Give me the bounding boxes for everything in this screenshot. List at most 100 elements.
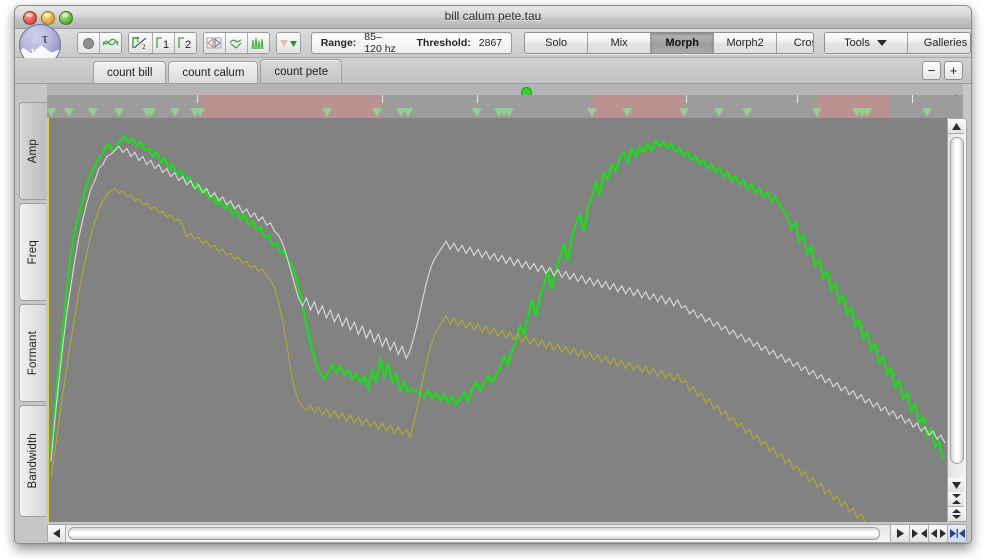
zoom-out-button[interactable]: − [922,61,941,80]
ruler-marker[interactable] [146,108,156,117]
range-threshold-readout: Range: 85–120 hz Threshold: 2867 [310,31,513,55]
sidetab-amp[interactable]: Amp [19,102,46,200]
mode-mix-button[interactable]: Mix [588,33,652,53]
ruler-marker[interactable] [64,108,74,117]
sidetab-bandwidth-label: Bandwidth [27,433,39,489]
ruler-marker[interactable] [679,108,689,117]
ruler-marker[interactable] [587,108,597,117]
range-value: 85–120 hz [364,31,396,55]
scroll-down-icon[interactable] [948,478,964,493]
ruler-marker[interactable] [47,108,56,117]
scroll-right-icon[interactable] [890,525,909,542]
sidetab-freq-label: Freq [27,239,39,265]
ruler-marker[interactable] [403,108,413,117]
ruler-marker[interactable] [812,108,822,117]
sidetab-bandwidth[interactable]: Bandwidth [19,405,46,517]
parameter-sidetabs: Amp Freq Formant Bandwidth [19,102,46,520]
chevron-down-icon [876,40,887,46]
horizontal-scroll-thumb[interactable] [68,527,880,540]
timeline-ruler-area [47,84,963,118]
tools-menu-button[interactable]: Tools [824,33,908,53]
vertical-scrollbar[interactable] [947,118,967,522]
ruler-bracket [797,95,913,103]
horizontal-scroll-track[interactable] [66,525,890,542]
ruler-marker[interactable] [322,108,332,117]
window-titlebar[interactable]: bill calum pete.tau [15,6,971,29]
crossfade-icon[interactable] [203,33,226,53]
ruler-marker[interactable] [170,108,180,117]
sidetab-amp-label: Amp [27,138,39,164]
ruler-marker[interactable] [472,108,482,117]
blue-triangle-icon[interactable] [949,95,957,96]
record-icon[interactable] [78,33,100,53]
galleries-button[interactable]: Galleries [907,33,971,53]
color-dropdown-icon[interactable] [276,33,300,53]
tab-zoom-controls: − + [922,61,963,80]
playback-icon-group: 1 2 1 2 [128,32,197,54]
tab-count-calum[interactable]: count calum [168,61,259,83]
zoom-out-icon[interactable] [928,525,947,542]
tab-count-pete[interactable]: count pete [260,59,343,83]
mode-morph-button[interactable]: Morph [651,33,715,53]
horizontal-scrollbar[interactable] [47,524,967,543]
color-dropdown-group [275,32,301,54]
tools-label: Tools [844,37,870,49]
ruler-marker[interactable] [622,108,632,117]
analysis-icon-group [202,32,270,54]
ruler-marker[interactable] [88,108,98,117]
svg-text:2: 2 [142,43,146,51]
ruler-bracket [477,95,687,103]
ruler-marker[interactable] [922,108,932,117]
transport-icon-group [77,32,123,54]
svg-text:1: 1 [136,36,140,44]
play-two-icon[interactable]: 2 [174,33,196,53]
tools-galleries-group: Tools Galleries [823,32,971,54]
zoom-in-button[interactable]: + [944,61,963,80]
tab-count-bill[interactable]: count bill [93,61,167,83]
waveform-trace-bill [51,146,945,461]
scroll-left-icon[interactable] [48,525,66,542]
ruler-marker[interactable] [372,108,382,117]
mode-segmented-control: Solo Mix Morph Morph2 Cross [524,32,814,54]
tab-list: count bill count calum count pete [93,59,344,83]
app-root: bill calum pete.tau τ τ 1 2 1 2 Range: 8… [0,0,984,559]
waveform-trace-pete [51,136,943,459]
threshold-value: 2867 [478,37,503,49]
ruler-bracket [197,95,383,103]
svg-text:1: 1 [163,39,169,50]
mode-solo-button[interactable]: Solo [525,33,589,53]
waveform-trace-calum [51,189,865,522]
threshold-label: Threshold: [416,37,471,49]
sidetab-formant[interactable]: Formant [19,304,46,402]
main-toolbar: τ τ 1 2 1 2 Range: 85–120 hz Threshold: … [15,24,971,66]
ruler-marker[interactable] [114,108,124,117]
mode-cross-button[interactable]: Cross [777,33,813,53]
vertical-collapse-icon[interactable] [948,492,964,507]
svg-text:2: 2 [185,39,191,50]
ruler-marker[interactable] [714,108,724,117]
sidetab-formant-label: Formant [27,330,39,376]
envelope-icon[interactable] [225,33,248,53]
zoom-fit-icon[interactable] [947,525,966,542]
half-speed-icon[interactable]: 1 2 [129,33,153,53]
waveform-plot[interactable] [47,118,947,522]
ruler-marker[interactable] [862,108,872,117]
zoom-in-icon[interactable] [909,525,928,542]
scroll-up-icon[interactable] [948,119,964,134]
application-window: bill calum pete.tau τ τ 1 2 1 2 Range: 8… [14,5,972,544]
play-one-icon[interactable]: 1 [152,33,175,53]
ruler-marker[interactable] [742,108,752,117]
editor-body: Amp Freq Formant Bandwidth [15,84,971,543]
ruler-marker[interactable] [195,108,205,117]
window-title: bill calum pete.tau [444,9,542,23]
spectrum-icon[interactable] [247,33,269,53]
ruler-marker[interactable] [504,108,514,117]
waveform-plot-svg [49,118,947,522]
sidetab-freq[interactable]: Freq [19,203,46,301]
range-label: Range: [320,37,357,49]
vertical-scroll-thumb[interactable] [950,137,964,464]
vertical-expand-icon[interactable] [948,507,964,521]
waveform-icon[interactable] [100,33,121,53]
mode-morph2-button[interactable]: Morph2 [714,33,778,53]
timeline-ruler[interactable] [47,95,963,118]
